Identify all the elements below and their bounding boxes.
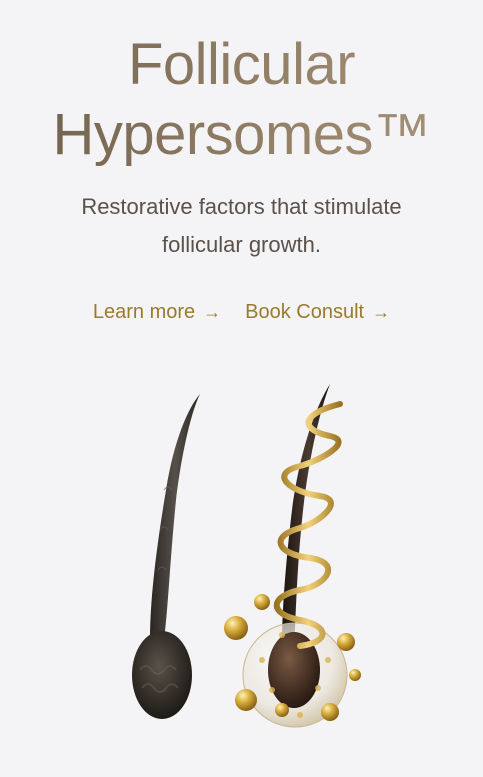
hero-section: Follicular Hypersomes™ Restorative facto… bbox=[0, 0, 483, 777]
page-title: Follicular Hypersomes™ bbox=[0, 30, 483, 170]
learn-more-label: Learn more bbox=[92, 301, 196, 323]
book-consult-link[interactable]: Book Consult → bbox=[245, 298, 390, 326]
hair-follicle-illustration bbox=[132, 384, 361, 728]
hero-links: Learn more → Book Consult → bbox=[0, 298, 483, 326]
learn-more-link[interactable]: Learn more → bbox=[93, 298, 221, 326]
hair-follicle-with-gold-helix-icon bbox=[224, 384, 361, 728]
hair-follicle-icon bbox=[132, 394, 200, 719]
hero-subtitle: Restorative factors that stimulate folli… bbox=[81, 194, 402, 257]
arrow-right-icon: → bbox=[203, 302, 222, 322]
arrow-right-icon: → bbox=[372, 302, 391, 322]
title-line-2: Hypersomes™ bbox=[52, 102, 431, 167]
title-line-1: Follicular bbox=[127, 32, 356, 97]
book-consult-label: Book Consult bbox=[245, 301, 365, 323]
